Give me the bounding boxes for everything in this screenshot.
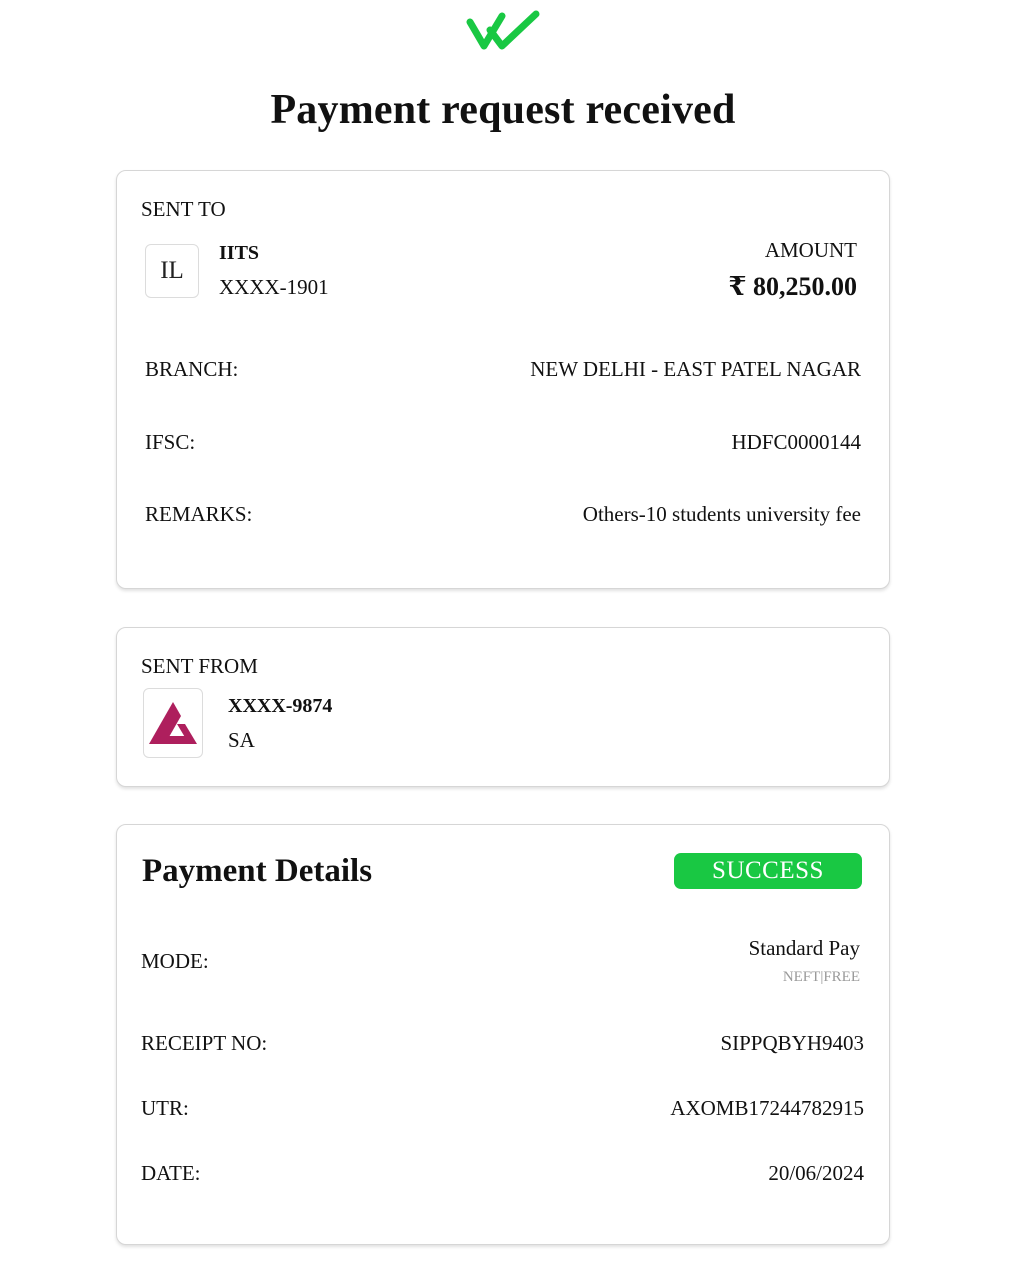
mode-value: Standard Pay	[748, 936, 860, 960]
remarks-label: REMARKS:	[145, 502, 253, 526]
branch-value: NEW DELHI - EAST PATEL NAGAR	[530, 357, 861, 381]
sent-to-label: SENT TO	[141, 197, 226, 221]
receipt-value: SIPPQBYH9403	[720, 1031, 864, 1055]
receipt-label: RECEIPT NO:	[141, 1031, 268, 1055]
recipient-name: IITS	[219, 242, 260, 264]
sender-account: XXXX-9874	[228, 695, 333, 717]
double-check-icon	[466, 10, 540, 50]
payment-details-title: Payment Details	[142, 853, 373, 889]
mode-subtext: NEFT|FREE	[782, 969, 860, 985]
ifsc-label: IFSC:	[145, 430, 196, 454]
amount-value: ₹ 80,250.00	[728, 272, 857, 301]
date-value: 20/06/2024	[768, 1161, 864, 1185]
payment-details-card: Payment Details SUCCESS MODE: Standard P…	[116, 824, 890, 1245]
ifsc-value: HDFC0000144	[731, 430, 861, 454]
bank-logo-icon	[149, 702, 197, 744]
sent-from-card: SENT FROM XXXX-9874 SA	[116, 627, 890, 787]
mode-label: MODE:	[141, 949, 209, 973]
utr-value: AXOMB17244782915	[670, 1096, 864, 1120]
sent-to-card: SENT TO IL IITS XXXX-1901 AMOUNT ₹ 80,25…	[116, 170, 890, 589]
utr-label: UTR:	[141, 1096, 189, 1120]
recipient-account: XXXX-1901	[219, 275, 329, 299]
status-badge: SUCCESS	[674, 853, 862, 889]
recipient-avatar: IL	[145, 244, 199, 298]
sender-name: SA	[228, 728, 255, 752]
page-title: Payment request received	[270, 87, 736, 133]
sent-from-label: SENT FROM	[141, 654, 258, 678]
branch-label: BRANCH:	[145, 357, 239, 381]
date-label: DATE:	[141, 1161, 201, 1185]
remarks-value: Others-10 students university fee	[582, 502, 861, 526]
axis-bank-logo	[143, 688, 203, 758]
amount-label: AMOUNT	[764, 238, 857, 262]
